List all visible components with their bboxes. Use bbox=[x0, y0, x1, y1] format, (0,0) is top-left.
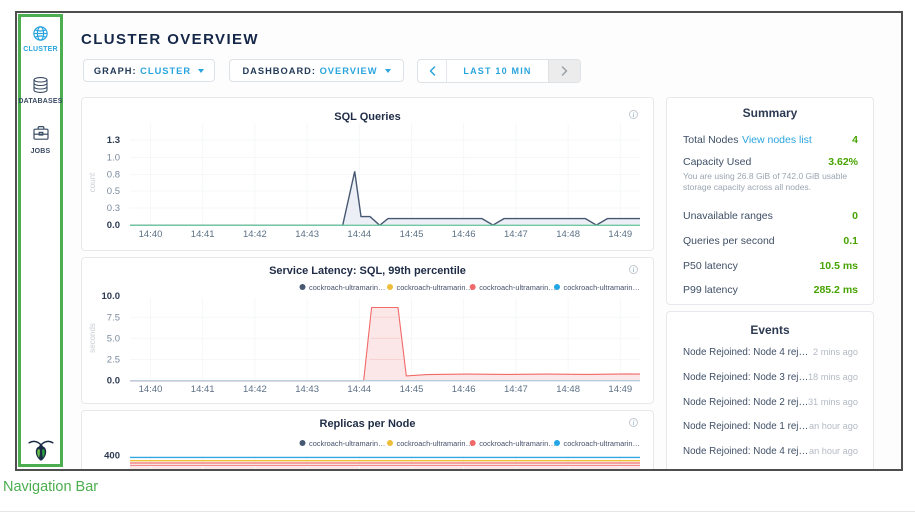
svg-text:14:41: 14:41 bbox=[191, 384, 215, 395]
svg-text:400: 400 bbox=[104, 451, 120, 462]
svg-text:14:42: 14:42 bbox=[243, 229, 267, 240]
svg-text:14:43: 14:43 bbox=[295, 384, 319, 395]
svg-text:14:41: 14:41 bbox=[191, 229, 215, 240]
svg-text:14:44: 14:44 bbox=[347, 384, 371, 395]
svg-text:cockroach-ultramarin…: cockroach-ultramarin… bbox=[309, 283, 385, 292]
svg-text:0.3: 0.3 bbox=[107, 203, 120, 214]
svg-text:7.5: 7.5 bbox=[107, 312, 120, 323]
svg-text:14:44: 14:44 bbox=[347, 229, 371, 240]
svg-text:1.3: 1.3 bbox=[107, 135, 120, 146]
svg-text:count: count bbox=[88, 172, 97, 192]
svg-text:14:46: 14:46 bbox=[452, 384, 476, 395]
svg-text:seconds: seconds bbox=[88, 323, 97, 353]
svg-text:cockroach-ultramarin…: cockroach-ultramarin… bbox=[479, 439, 555, 448]
svg-text:cockroach-ultramarin…: cockroach-ultramarin… bbox=[309, 439, 385, 448]
svg-text:cockroach-ultramarin…: cockroach-ultramarin… bbox=[397, 439, 473, 448]
svg-text:cockroach-ultramarin…: cockroach-ultramarin… bbox=[564, 439, 640, 448]
svg-text:5.0: 5.0 bbox=[107, 333, 120, 344]
svg-text:14:45: 14:45 bbox=[400, 229, 424, 240]
svg-text:14:47: 14:47 bbox=[504, 229, 528, 240]
svg-text:0.8: 0.8 bbox=[107, 170, 120, 181]
svg-text:10.0: 10.0 bbox=[102, 291, 121, 302]
svg-text:0.0: 0.0 bbox=[107, 376, 120, 387]
svg-text:cockroach-ultramarin…: cockroach-ultramarin… bbox=[479, 283, 555, 292]
svg-text:14:47: 14:47 bbox=[504, 384, 528, 395]
svg-text:14:42: 14:42 bbox=[243, 384, 267, 395]
svg-text:cockroach-ultramarin…: cockroach-ultramarin… bbox=[564, 283, 640, 292]
svg-text:14:49: 14:49 bbox=[608, 384, 632, 395]
svg-text:14:45: 14:45 bbox=[400, 384, 424, 395]
svg-text:14:48: 14:48 bbox=[556, 384, 580, 395]
svg-text:0.0: 0.0 bbox=[107, 220, 120, 231]
svg-text:2.5: 2.5 bbox=[107, 355, 120, 366]
svg-text:14:49: 14:49 bbox=[608, 229, 632, 240]
svg-text:14:40: 14:40 bbox=[139, 384, 163, 395]
svg-text:14:43: 14:43 bbox=[295, 229, 319, 240]
svg-text:14:40: 14:40 bbox=[139, 229, 163, 240]
svg-text:cockroach-ultramarin…: cockroach-ultramarin… bbox=[397, 283, 473, 292]
svg-text:14:48: 14:48 bbox=[556, 229, 580, 240]
svg-text:0.5: 0.5 bbox=[107, 186, 120, 197]
svg-text:14:46: 14:46 bbox=[452, 229, 476, 240]
svg-text:1.0: 1.0 bbox=[107, 153, 120, 164]
